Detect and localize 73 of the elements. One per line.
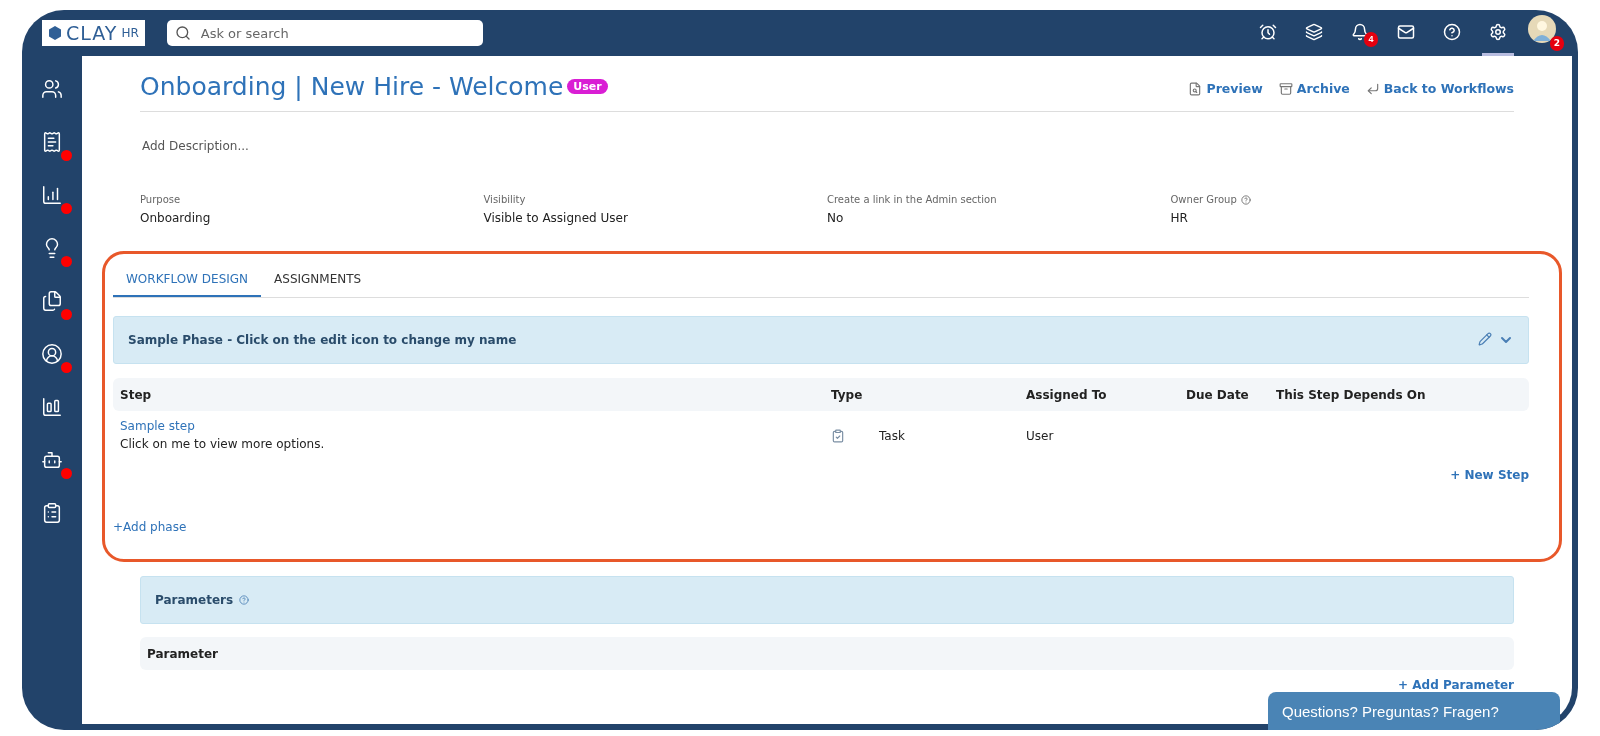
help-icon bbox=[1443, 22, 1461, 41]
field-label: Purpose bbox=[140, 194, 181, 205]
field-value: Onboarding bbox=[140, 211, 212, 225]
column-header: Step bbox=[120, 387, 153, 402]
add-parameter-link[interactable]: + Add Parameter bbox=[140, 678, 1514, 692]
sidebar-item[interactable] bbox=[40, 290, 72, 320]
logo-icon bbox=[48, 26, 62, 40]
settings-icon bbox=[1489, 22, 1507, 41]
clipboard-list-icon bbox=[41, 502, 63, 524]
phase-header[interactable]: Sample Phase - Click on the edit icon to change my name bbox=[113, 316, 1529, 364]
sidebar-item[interactable] bbox=[40, 449, 72, 479]
field-value: No bbox=[827, 211, 845, 225]
notification-dot bbox=[61, 150, 72, 161]
tab[interactable]: WORKFLOW DESIGN bbox=[113, 260, 262, 297]
receipt-icon bbox=[41, 131, 63, 153]
logo-text: CLAY bbox=[66, 22, 118, 44]
header-link[interactable]: Archive bbox=[1278, 77, 1350, 96]
field-value: Visible to Assigned User bbox=[483, 211, 629, 225]
field-label: Owner Group bbox=[1170, 194, 1237, 205]
growth-chart-icon bbox=[41, 184, 63, 206]
logo[interactable]: CLAY HR bbox=[42, 20, 145, 46]
robot-icon bbox=[41, 449, 63, 471]
notification-dot bbox=[61, 203, 72, 214]
notification-dot bbox=[61, 309, 72, 320]
clipboard-check-icon bbox=[831, 428, 845, 443]
column-header: Parameter bbox=[147, 646, 219, 661]
notification-dot bbox=[61, 468, 72, 479]
count-badge: 2 bbox=[1550, 36, 1564, 51]
avatar[interactable] bbox=[1528, 15, 1556, 43]
sidebar-item[interactable] bbox=[40, 343, 72, 373]
field-value: HR bbox=[1170, 211, 1189, 225]
help-icon bbox=[239, 595, 250, 605]
page-title: Onboarding | New Hire - Welcome bbox=[140, 72, 564, 101]
table-cell-text: User bbox=[1026, 428, 1055, 443]
add-phase-link[interactable]: +Add phase bbox=[113, 520, 187, 534]
section-title: Parameters bbox=[155, 593, 234, 607]
column-header: Due Date bbox=[1186, 387, 1250, 402]
column-header: Assigned To bbox=[1026, 387, 1108, 402]
help-icon bbox=[1240, 194, 1251, 205]
notification-dot bbox=[61, 362, 72, 373]
documents-icon bbox=[41, 290, 63, 312]
field-label: Visibility bbox=[483, 194, 526, 205]
tab[interactable]: ASSIGNMENTS bbox=[261, 260, 375, 297]
edit-icon[interactable] bbox=[1478, 332, 1492, 346]
phase-title: Sample Phase - Click on the edit icon to change my name bbox=[128, 333, 517, 347]
step-note: Click on me to view more options. bbox=[120, 437, 325, 451]
bar-chart-icon bbox=[41, 396, 63, 418]
header-link[interactable]: Preview bbox=[1188, 77, 1263, 96]
notification-dot bbox=[61, 256, 72, 267]
user-tag: User bbox=[567, 79, 608, 94]
search-field[interactable]: Ask or search bbox=[166, 20, 483, 46]
table-cell: Task bbox=[879, 428, 905, 443]
archive-icon bbox=[1278, 81, 1293, 96]
mail-icon bbox=[1397, 22, 1415, 41]
column-header: Type bbox=[831, 387, 864, 402]
search-icon bbox=[174, 25, 191, 41]
count-badge: 4 bbox=[1364, 32, 1378, 47]
return-arrow-icon bbox=[1365, 81, 1380, 96]
field-label: Create a link in the Admin section bbox=[827, 194, 997, 205]
bell-icon bbox=[1351, 22, 1369, 41]
new-step-link[interactable]: + New Step bbox=[113, 468, 1529, 482]
step-link[interactable]: Sample step bbox=[120, 419, 831, 433]
layers-icon bbox=[1305, 22, 1323, 41]
preview-icon bbox=[1188, 81, 1203, 96]
chat-button[interactable]: Questions? Preguntas? Fragen? bbox=[1268, 692, 1560, 730]
column-header: This Step Depends On bbox=[1276, 387, 1427, 402]
people-icon bbox=[41, 78, 63, 100]
logo-suffix: HR bbox=[121, 26, 139, 40]
sidebar-item[interactable] bbox=[40, 184, 72, 214]
user-circle-icon bbox=[41, 343, 63, 365]
header-link[interactable]: Back to Workflows bbox=[1365, 77, 1514, 96]
toolbar-button[interactable]: 4 bbox=[1344, 10, 1376, 56]
alarm-clock-icon bbox=[1259, 22, 1277, 41]
